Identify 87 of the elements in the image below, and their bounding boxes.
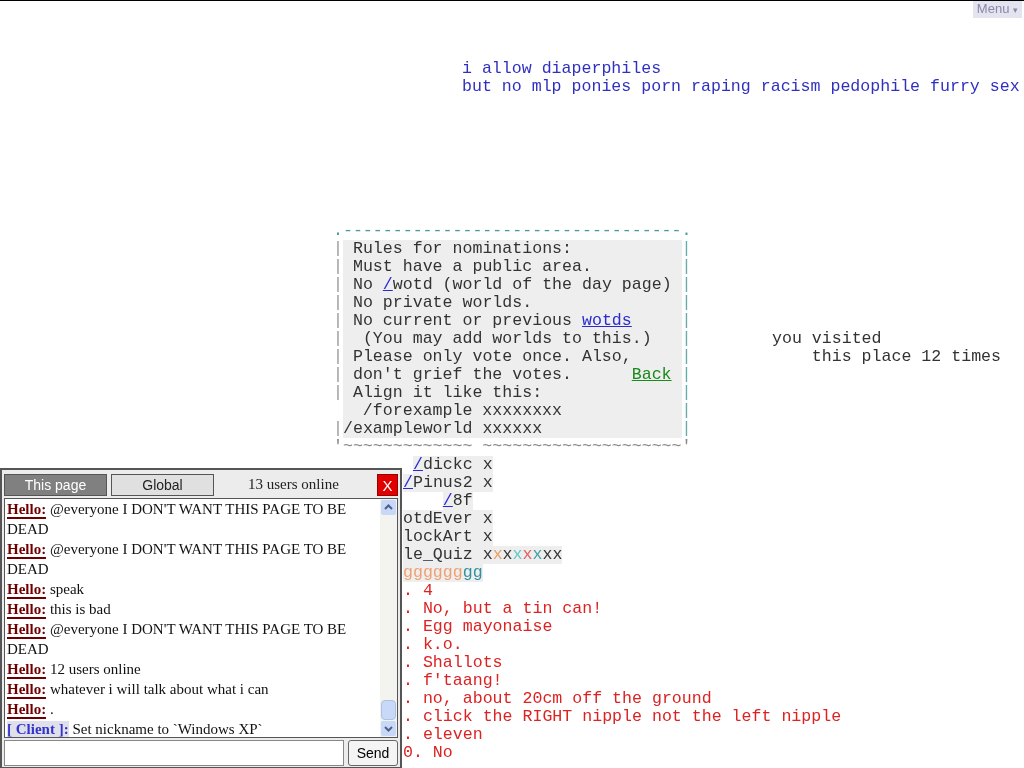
world-link[interactable]: wotds bbox=[581, 311, 632, 330]
canvas-text: lockArt x bbox=[403, 527, 493, 546]
colored-text: x bbox=[492, 545, 503, 564]
chat-message: [ Client ]: Set nickname to `Windows XP` bbox=[7, 720, 264, 737]
canvas-text: Please only vote once. Also, bbox=[351, 347, 632, 366]
box-border: | bbox=[681, 258, 692, 276]
canvas-text: x bbox=[502, 545, 513, 564]
world-link[interactable]: / bbox=[412, 455, 423, 474]
answer-text: . Shallots bbox=[403, 653, 503, 672]
chat-message: Hello: . bbox=[7, 700, 55, 719]
colored-text: x bbox=[512, 545, 523, 564]
scroll-up-icon[interactable] bbox=[380, 499, 397, 516]
canvas-text: dickc x bbox=[422, 455, 493, 474]
box-border: | bbox=[333, 240, 343, 258]
colored-text: gggggg bbox=[403, 563, 463, 582]
colored-text: x bbox=[532, 545, 543, 564]
world-link[interactable]: / bbox=[442, 491, 453, 510]
canvas-text: (You may add worlds to this.) bbox=[361, 329, 652, 348]
scrollbar[interactable] bbox=[380, 499, 397, 737]
answer-text: 0. No bbox=[403, 743, 453, 762]
canvas-text: wotd (world of the day page) bbox=[392, 275, 672, 294]
answer-text: . 4 bbox=[403, 581, 433, 600]
canvas-text: Rules for nominations: bbox=[351, 239, 572, 258]
colored-text: gg bbox=[462, 563, 483, 582]
canvas-text: le_Quiz x bbox=[403, 545, 493, 564]
colored-text: x bbox=[522, 545, 533, 564]
answer-text: . f'taang! bbox=[403, 671, 503, 690]
box-border: | bbox=[681, 240, 692, 258]
box-border: | bbox=[681, 366, 692, 384]
box-border: | bbox=[333, 258, 343, 276]
box-border: | bbox=[333, 348, 343, 366]
canvas-text: Must have a public area. bbox=[351, 257, 592, 276]
box-border: | bbox=[681, 294, 692, 312]
canvas-text: Pinus2 x bbox=[412, 473, 493, 492]
scroll-thumb[interactable] bbox=[381, 700, 396, 720]
answer-text: . Egg mayonaise bbox=[403, 617, 553, 636]
canvas-text: don't grief the votes. bbox=[351, 365, 573, 384]
chat-message: Hello: @everyone I DON'T WANT THIS PAGE TO BE DEAD bbox=[7, 620, 348, 659]
box-border: | bbox=[333, 294, 343, 312]
chat-message: Hello: 12 users online bbox=[7, 660, 142, 679]
box-border: | bbox=[681, 420, 692, 438]
canvas-text: but no mlp ponies porn raping racism pedophile furry sex bbox=[462, 77, 1020, 96]
box-border: | bbox=[333, 276, 343, 294]
canvas-text: /exampleworld xxxxxx bbox=[342, 419, 543, 438]
canvas-text: No private worlds. bbox=[351, 293, 533, 312]
answer-text: . no, about 20cm off the ground bbox=[403, 689, 712, 708]
canvas-text: you visited bbox=[772, 329, 882, 348]
box-border: | bbox=[681, 348, 692, 366]
canvas-text: /forexample xxxxxxxx bbox=[361, 401, 563, 420]
chat-message: Hello: whatever i will talk about what i can bbox=[7, 680, 270, 699]
chat-message: Hello: @everyone I DON'T WANT THIS PAGE TO BE DEAD bbox=[7, 500, 348, 539]
scroll-down-icon[interactable] bbox=[380, 720, 397, 737]
box-border: | bbox=[333, 420, 343, 438]
answer-text: . eleven bbox=[403, 725, 483, 744]
canvas-text: this place 12 times bbox=[810, 347, 1002, 366]
world-link[interactable]: / bbox=[403, 473, 413, 492]
answer-text: . k.o. bbox=[403, 635, 463, 654]
box-border: | bbox=[681, 402, 692, 420]
answer-text: . No, but a tin can! bbox=[403, 599, 603, 618]
answer-text: . click the RIGHT nipple not the left nipple bbox=[403, 707, 842, 726]
canvas-text: 8f bbox=[452, 491, 473, 510]
box-border: .----------------------------------. bbox=[333, 221, 692, 240]
canvas-text: otdEver x bbox=[403, 509, 493, 528]
box-border: | bbox=[333, 312, 343, 330]
canvas-text: Align it like this: bbox=[351, 383, 543, 402]
chat-tab[interactable]: Global bbox=[111, 473, 214, 496]
box-border: | bbox=[333, 330, 343, 348]
box-border: | bbox=[333, 366, 343, 384]
chat-tab[interactable]: This page bbox=[4, 473, 107, 496]
chat-input[interactable] bbox=[4, 740, 344, 766]
chat-message: Hello: this is bad bbox=[7, 600, 112, 619]
back-link[interactable]: Back bbox=[631, 365, 672, 384]
send-button[interactable]: Send bbox=[348, 740, 398, 766]
world-link[interactable]: / bbox=[382, 275, 393, 294]
box-border: | bbox=[333, 384, 343, 402]
box-border: '~~~~~~~~~~~~~ ~~~~~~~~~~~~~~~~~~~~' bbox=[333, 437, 692, 456]
box-border: | bbox=[681, 312, 692, 330]
close-button[interactable]: X bbox=[377, 473, 398, 496]
box-border: | bbox=[681, 384, 692, 402]
canvas-text: xx bbox=[542, 545, 563, 564]
box-border: | bbox=[681, 276, 692, 294]
box-border: | bbox=[681, 330, 692, 348]
canvas-text: No current or previous bbox=[351, 311, 573, 330]
canvas-text: i allow diaperphiles bbox=[462, 59, 662, 78]
chat-message: Hello: speak bbox=[7, 580, 86, 599]
online-count: 13 users online bbox=[248, 475, 339, 495]
canvas-text: No bbox=[351, 275, 374, 294]
